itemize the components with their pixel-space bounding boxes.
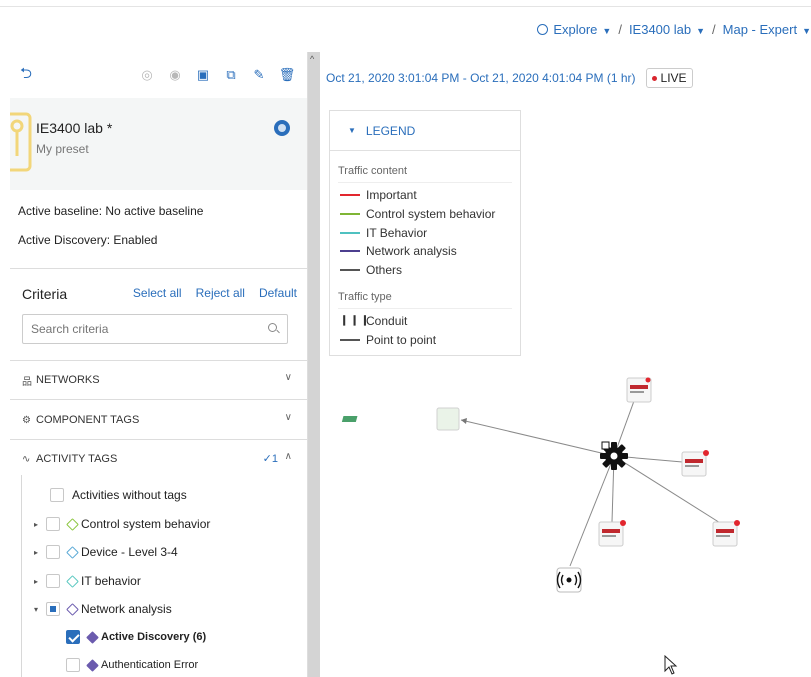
cluster-icon[interactable]: ◎ xyxy=(138,66,156,84)
activity-icon: ∿ xyxy=(22,453,31,465)
active-discovery: Active Discovery: Enabled xyxy=(18,233,158,247)
tree-item-network-analysis[interactable]: ▾ Network analysis xyxy=(34,599,172,619)
criteria-search xyxy=(22,314,288,344)
chevron-down-icon[interactable]: ∨ xyxy=(285,372,292,383)
map-link xyxy=(569,455,615,567)
divider xyxy=(10,399,307,400)
checkbox[interactable] xyxy=(46,517,60,531)
network-map[interactable] xyxy=(320,52,811,677)
expand-arrow-icon[interactable]: ▸ xyxy=(34,577,46,586)
chevron-down-icon: ▼ xyxy=(602,26,612,36)
tree-item-it-behavior[interactable]: ▸ IT behavior xyxy=(34,571,141,591)
tag-icon xyxy=(66,602,79,616)
top-divider xyxy=(0,6,811,7)
preset-toolbar: ⮌ ◎ ◉ ▣ ⧉ ✎ 🗑 xyxy=(10,52,307,98)
tag-icon xyxy=(66,517,79,531)
checkbox[interactable] xyxy=(66,658,80,672)
chevron-down-icon: ▼ xyxy=(802,26,811,36)
tree-item-active-discovery[interactable]: Active Discovery (6) xyxy=(66,627,206,647)
mouse-cursor-icon xyxy=(664,655,678,675)
tree-item-activities-without-tags[interactable]: Activities without tags xyxy=(50,485,187,505)
preset-card[interactable]: IE3400 lab * My preset xyxy=(10,98,307,190)
view-breadcrumb[interactable]: Map - Expert ▼ xyxy=(723,22,811,37)
eye-icon[interactable]: ◉ xyxy=(166,66,184,84)
breadcrumb: Explore ▼ / IE3400 lab ▼ / Map - Expert ▼ xyxy=(537,22,811,37)
preset-subtitle: My preset xyxy=(36,142,89,156)
checkbox[interactable] xyxy=(66,630,80,644)
undo-icon[interactable]: ⮌ xyxy=(20,66,34,81)
device-node[interactable] xyxy=(681,450,709,477)
sidebar-collapse-rail[interactable]: ^ xyxy=(308,52,320,677)
tree-guide xyxy=(21,475,22,677)
device-node[interactable] xyxy=(712,520,740,547)
default-link[interactable]: Default xyxy=(259,286,297,300)
checkbox[interactable] xyxy=(50,488,64,502)
device-node[interactable] xyxy=(626,377,652,403)
map-link xyxy=(613,455,726,527)
divider xyxy=(10,268,307,269)
checkbox[interactable] xyxy=(46,602,60,616)
gear-icon[interactable] xyxy=(600,441,628,470)
reject-all-link[interactable]: Reject all xyxy=(196,286,245,300)
tree-item-control-system[interactable]: ▸ Control system behavior xyxy=(34,514,210,534)
tag-icon xyxy=(86,658,99,672)
preset-name: IE3400 lab * xyxy=(36,120,113,136)
device-node[interactable] xyxy=(598,520,626,547)
controller-node[interactable] xyxy=(341,407,460,431)
networks-section[interactable]: 品 NETWORKS ∨ xyxy=(22,370,292,390)
chevron-up-icon[interactable]: ∧ xyxy=(285,451,292,462)
divider xyxy=(10,360,307,361)
map-area: Oct 21, 2020 3:01:04 PM - Oct 21, 2020 4… xyxy=(320,52,811,677)
chevron-down-icon[interactable]: ∨ xyxy=(285,412,292,423)
filter-sidebar: ⮌ ◎ ◉ ▣ ⧉ ✎ 🗑 IE3400 lab * My preset Act… xyxy=(10,52,308,677)
checkbox[interactable] xyxy=(46,545,60,559)
breadcrumb-separator: / xyxy=(618,22,622,37)
activity-count: ✓1 xyxy=(262,453,278,465)
expand-arrow-icon[interactable]: ▸ xyxy=(34,520,46,529)
tree-item-authentication-error[interactable]: Authentication Error xyxy=(66,655,198,675)
gear-icon: ⚙ xyxy=(22,414,31,426)
select-all-link[interactable]: Select all xyxy=(133,286,182,300)
left-gutter xyxy=(0,52,10,677)
map-link xyxy=(460,419,615,457)
wireless-node[interactable] xyxy=(556,567,582,593)
expand-arrow-icon[interactable]: ▸ xyxy=(34,548,46,557)
activity-tags-section[interactable]: ∿ ACTIVITY TAGS ✓1 ∧ xyxy=(22,449,292,469)
search-icon[interactable] xyxy=(268,323,277,332)
edit-icon[interactable]: ✎ xyxy=(250,66,268,84)
active-baseline: Active baseline: No active baseline xyxy=(18,204,204,218)
tag-icon xyxy=(66,545,79,559)
component-tags-section[interactable]: ⚙ COMPONENT TAGS ∨ xyxy=(22,410,292,430)
save-icon[interactable]: ▣ xyxy=(194,66,212,84)
tag-icon xyxy=(66,574,79,588)
search-input[interactable] xyxy=(23,315,253,343)
divider xyxy=(10,439,307,440)
save-as-icon[interactable]: ⧉ xyxy=(222,66,240,84)
delete-icon[interactable]: 🗑 xyxy=(278,66,296,84)
chevron-up-icon[interactable]: ^ xyxy=(310,54,314,64)
explore-breadcrumb[interactable]: Explore ▼ xyxy=(537,22,611,37)
collapse-arrow-icon[interactable]: ▾ xyxy=(34,605,46,614)
tag-icon xyxy=(86,630,99,644)
chevron-down-icon: ▼ xyxy=(696,26,706,36)
network-icon: 品 xyxy=(22,376,32,388)
user-icon[interactable] xyxy=(274,120,290,136)
top-bar: Explore ▼ / IE3400 lab ▼ / Map - Expert ▼ xyxy=(0,0,811,52)
tree-item-device-level[interactable]: ▸ Device - Level 3-4 xyxy=(34,542,178,562)
criteria-title: Criteria xyxy=(22,286,68,302)
breadcrumb-separator: / xyxy=(712,22,716,37)
explore-icon xyxy=(537,24,549,35)
project-breadcrumb[interactable]: IE3400 lab ▼ xyxy=(629,22,705,37)
checkbox[interactable] xyxy=(46,574,60,588)
